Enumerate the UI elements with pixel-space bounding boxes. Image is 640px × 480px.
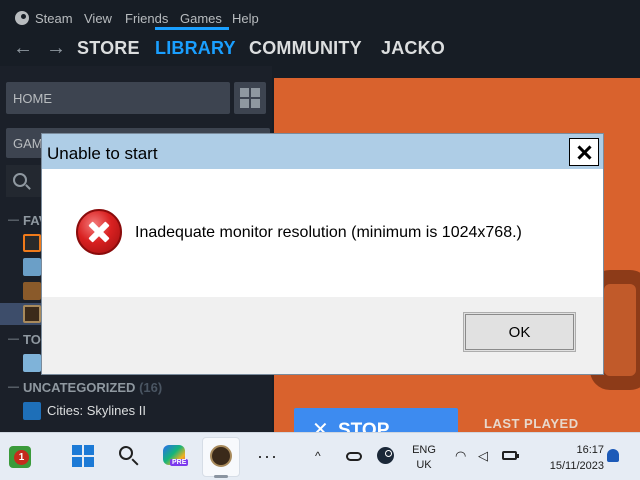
last-played-label: LAST PLAYED <box>484 416 579 431</box>
error-message: Inadequate monitor resolution (minimum i… <box>135 224 522 241</box>
language-region: UK <box>416 459 432 471</box>
menu-help[interactable]: Help <box>232 11 259 26</box>
taskbar-clock[interactable]: 16:17 15/11/2023 <box>528 442 604 474</box>
forward-arrow-icon[interactable]: → <box>46 37 66 60</box>
nav-active-underline <box>155 27 229 30</box>
menu-view[interactable]: View <box>84 11 112 26</box>
clock-time: 16:17 <box>576 444 604 456</box>
cities-skylines-icon[interactable] <box>23 402 41 420</box>
back-arrow-icon[interactable]: ← <box>13 37 33 60</box>
menu-games[interactable]: Games <box>180 11 222 26</box>
game-icon-favorite-1[interactable] <box>23 234 41 252</box>
dialog-title-bar[interactable]: Unable to start <box>42 134 603 169</box>
game-icon-selected[interactable] <box>23 305 41 323</box>
close-icon[interactable] <box>569 138 599 166</box>
steam-nav-bar: ← → STORE LIBRARY COMMUNITY JACKO <box>0 34 640 66</box>
wifi-icon[interactable]: ◠ <box>455 448 466 464</box>
error-icon <box>76 209 122 255</box>
taskbar-search-icon[interactable] <box>119 446 133 460</box>
notification-badge: 1 <box>14 450 29 465</box>
tray-expand-chevron-icon[interactable]: ^ <box>315 449 321 463</box>
game-taskbar-icon <box>210 445 232 467</box>
game-label-cities-skylines[interactable]: Cities: Skylines II <box>47 403 146 418</box>
language-code: ENG <box>412 444 436 456</box>
copilot-pre-badge: PRE <box>170 459 189 466</box>
steam-menu-bar: Steam View Friends Games Help <box>0 0 640 34</box>
dialog-title: Unable to start <box>47 144 158 163</box>
section-uncategorized[interactable]: UNCATEGORIZED (16) <box>23 380 162 395</box>
game-icon-favorite-3[interactable] <box>23 282 41 300</box>
nav-library[interactable]: LIBRARY <box>155 38 236 59</box>
games-filter-label: GAM <box>13 136 43 151</box>
nav-community[interactable]: COMMUNITY <box>249 38 362 59</box>
nav-store[interactable]: STORE <box>77 38 140 59</box>
active-app-indicator <box>214 475 228 478</box>
menu-friends[interactable]: Friends <box>125 11 168 26</box>
clock-date: 15/11/2023 <box>549 460 604 472</box>
collapse-top-icon[interactable]: — <box>8 333 19 345</box>
battery-icon[interactable] <box>502 451 519 460</box>
menu-steam[interactable]: Steam <box>35 11 73 26</box>
search-icon <box>13 173 27 187</box>
steam-logo-icon <box>15 11 29 25</box>
grid-view-icon[interactable] <box>234 82 266 114</box>
language-indicator[interactable]: ENG UK <box>407 443 441 473</box>
home-label: HOME <box>13 91 52 106</box>
collapse-favorites-icon[interactable]: — <box>8 214 19 226</box>
volume-icon[interactable]: ◁ <box>478 448 488 464</box>
more-apps-icon[interactable]: ··· <box>257 446 278 467</box>
onedrive-cloud-icon[interactable] <box>346 452 362 461</box>
collapse-uncategorized-icon[interactable]: — <box>8 381 19 393</box>
notification-bell-icon[interactable] <box>607 449 619 462</box>
ok-label: OK <box>508 324 531 341</box>
dialog-body: Inadequate monitor resolution (minimum i… <box>42 169 603 297</box>
section-uncategorized-label: UNCATEGORIZED <box>23 380 136 395</box>
section-uncategorized-count: (16) <box>139 380 163 395</box>
error-dialog: Unable to start Inadequate monitor resol… <box>41 133 604 375</box>
game-icon-favorite-2[interactable] <box>23 258 41 276</box>
ok-button[interactable]: OK <box>463 312 576 352</box>
section-top[interactable]: TO <box>23 332 41 347</box>
nav-user[interactable]: JACKO <box>381 38 445 59</box>
game-icon-top-1[interactable] <box>23 354 41 372</box>
steam-tray-icon[interactable] <box>377 447 394 464</box>
